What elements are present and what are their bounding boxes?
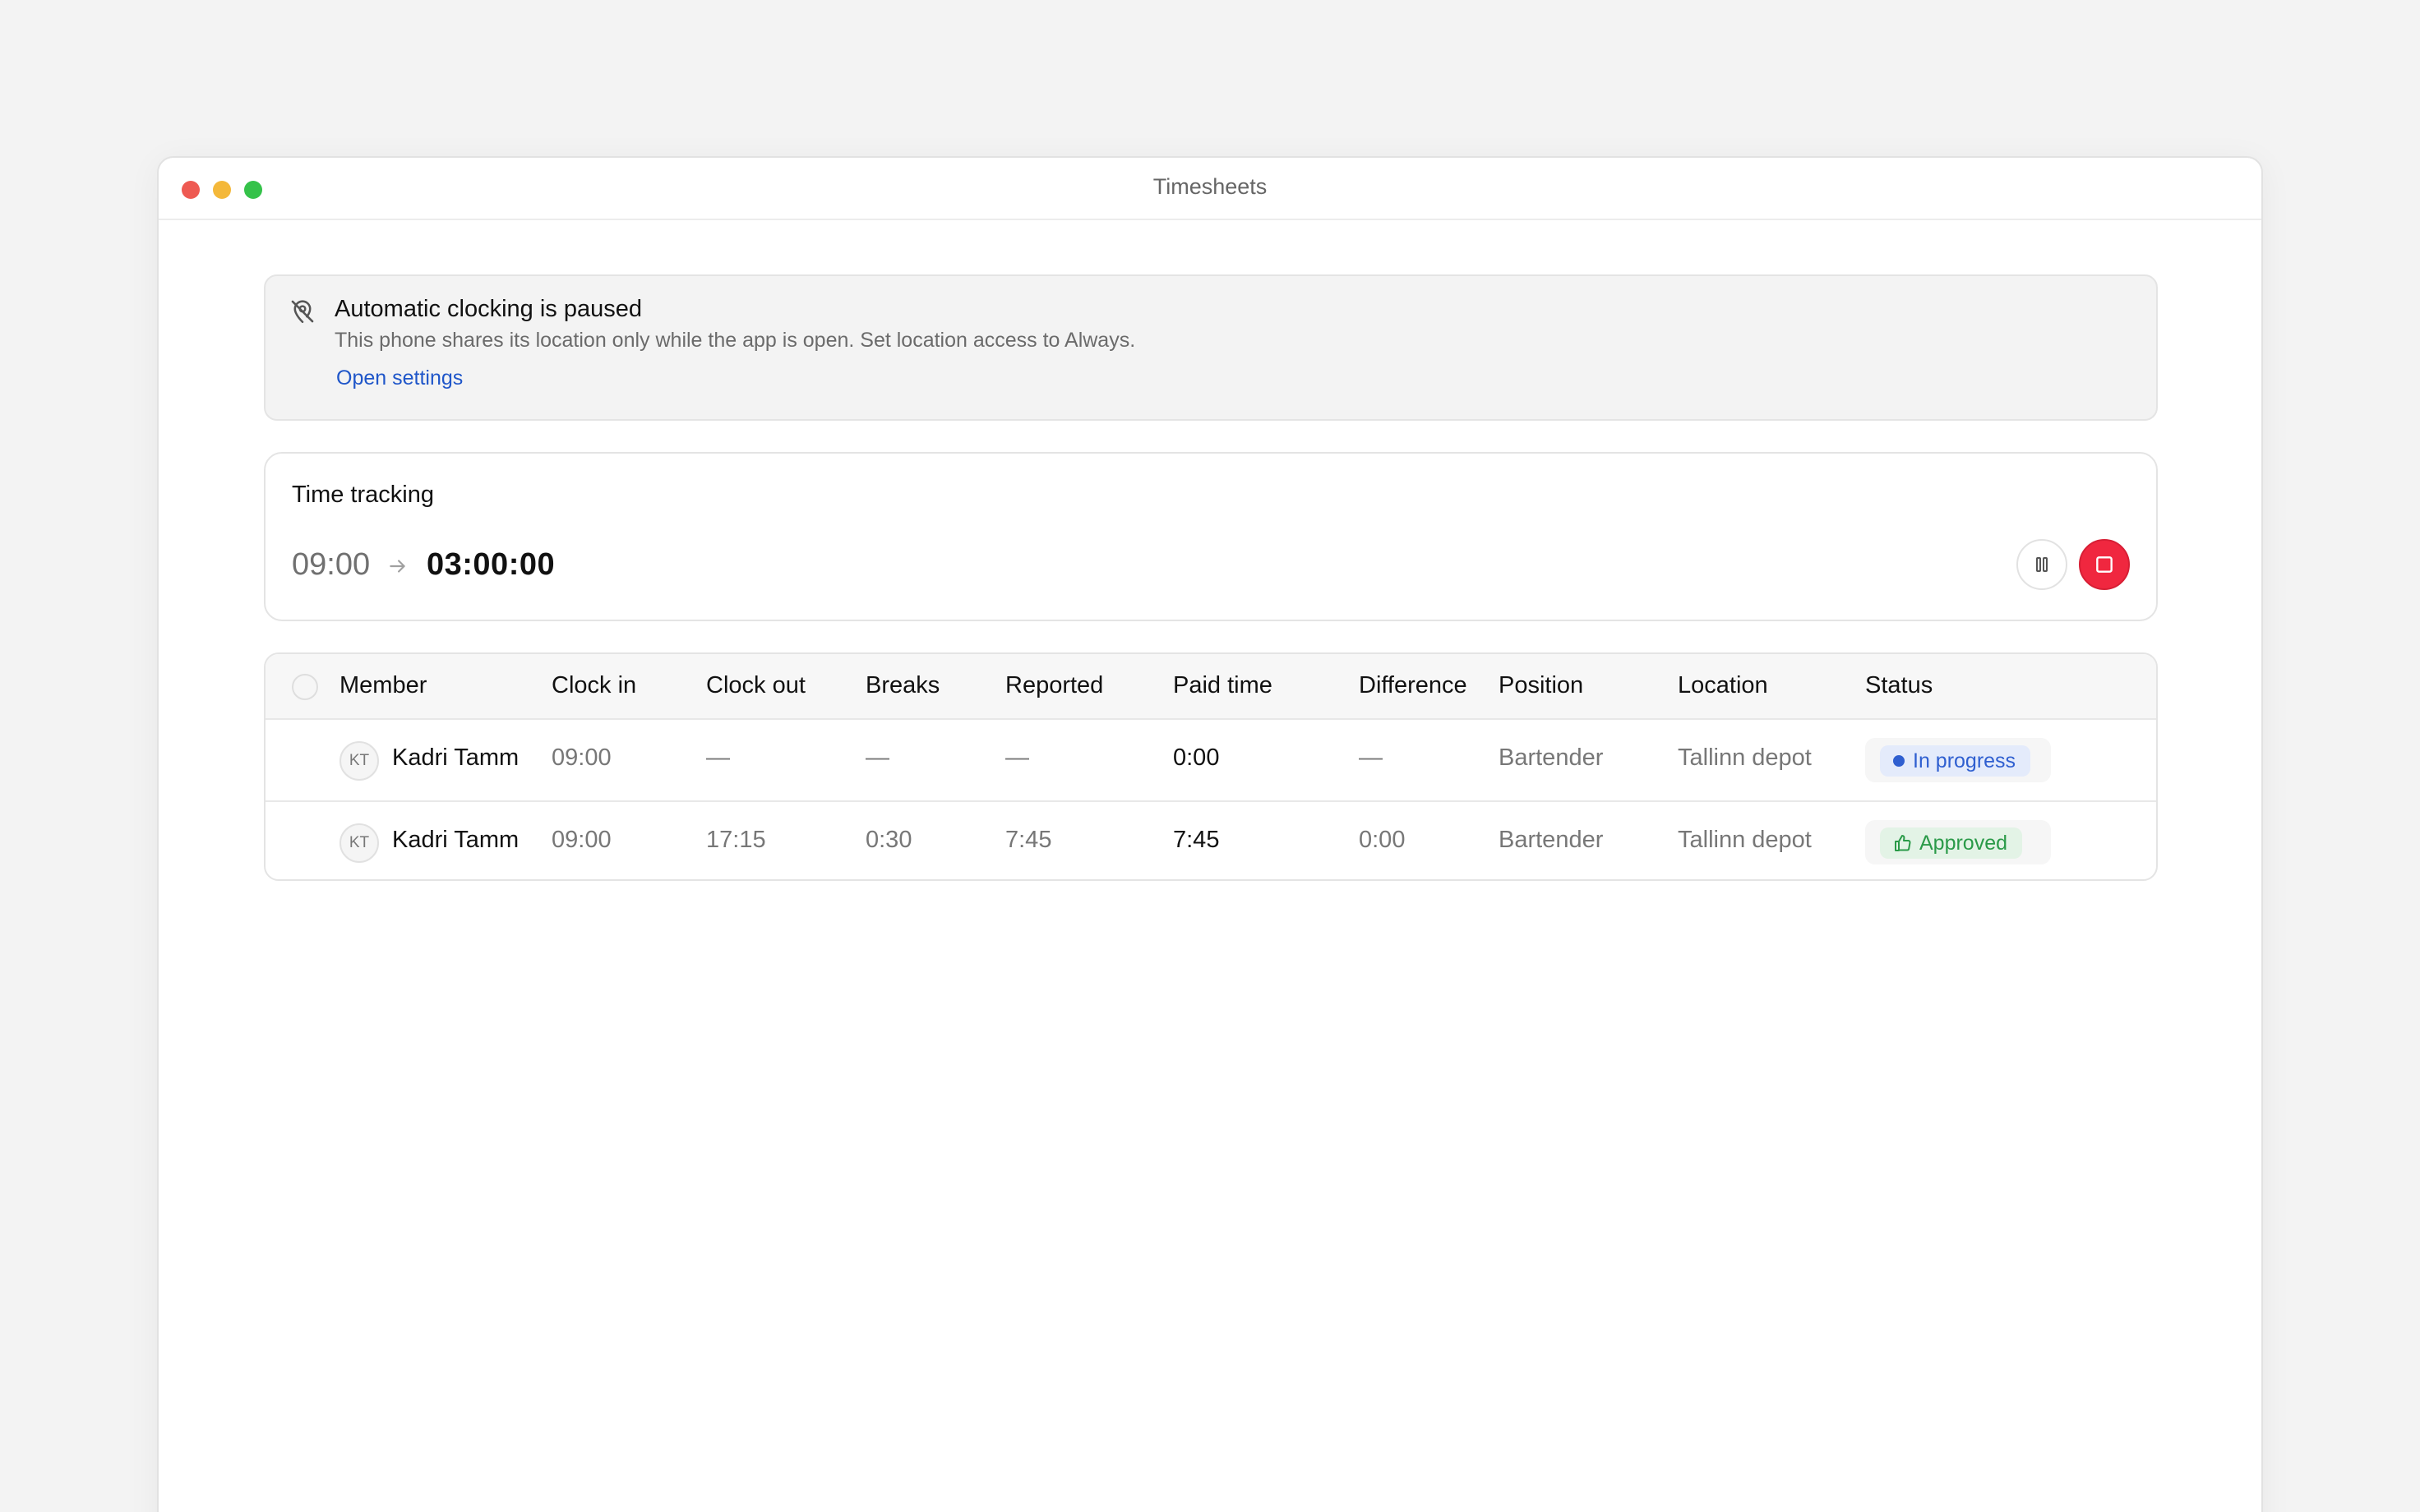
stop-icon: [2096, 556, 2113, 573]
difference-cell: 0:00: [1359, 827, 1406, 853]
clock-in-cell: 09:00: [552, 827, 612, 853]
app-window: Timesheets Automatic clocking is paused …: [157, 156, 2263, 1512]
avatar: KT: [339, 741, 379, 781]
status-cell: In progress: [1865, 738, 2051, 782]
position-cell: Bartender: [1499, 744, 1604, 771]
reported-cell: 7:45: [1005, 827, 1052, 853]
timesheet-table: Member Clock in Clock out Breaks Reporte…: [264, 652, 2158, 881]
member-name: Kadri Tamm: [392, 827, 520, 853]
main-content: Automatic clocking is paused This phone …: [264, 274, 2158, 881]
select-all-checkbox[interactable]: [292, 674, 318, 700]
header-member[interactable]: Member: [339, 672, 427, 699]
header-difference[interactable]: Difference: [1359, 672, 1467, 699]
tracking-start-time: 09:00: [292, 547, 371, 582]
thumbs-up-icon: [1895, 835, 1911, 851]
pause-button[interactable]: [2016, 539, 2067, 590]
clock-out-cell: —: [706, 744, 730, 771]
reported-cell: —: [1005, 744, 1029, 771]
location-off-icon: [291, 300, 314, 324]
clock-in-cell: 09:00: [552, 744, 612, 771]
location-cell: Tallinn depot: [1678, 744, 1812, 771]
table-header: Member Clock in Clock out Breaks Reporte…: [266, 654, 2156, 720]
table-row[interactable]: KT Kadri Tamm 09:00 17:15 0:30 7:45 7:45…: [266, 800, 2156, 879]
header-clock-in[interactable]: Clock in: [552, 672, 636, 699]
header-paid-time[interactable]: Paid time: [1173, 672, 1272, 699]
status-badge: In progress: [1880, 745, 2031, 777]
header-clock-out[interactable]: Clock out: [706, 672, 806, 699]
header-position[interactable]: Position: [1499, 672, 1583, 699]
clock-out-cell: 17:15: [706, 827, 766, 853]
breaks-cell: —: [866, 744, 889, 771]
member-name: Kadri Tamm: [392, 744, 520, 771]
status-badge: Approved: [1880, 827, 2023, 859]
open-settings-link[interactable]: Open settings: [336, 366, 463, 390]
status-cell: Approved: [1865, 820, 2051, 864]
header-reported[interactable]: Reported: [1005, 672, 1103, 699]
location-alert: Automatic clocking is paused This phone …: [264, 274, 2158, 421]
time-tracking-title: Time tracking: [292, 482, 434, 508]
alert-title: Automatic clocking is paused: [335, 296, 642, 322]
pause-icon: [2036, 557, 2048, 572]
status-label: Approved: [1919, 831, 2008, 855]
header-status[interactable]: Status: [1865, 672, 1933, 699]
status-dot-icon: [1893, 755, 1905, 767]
alert-description: This phone shares its location only whil…: [335, 329, 1136, 352]
tracking-elapsed-time: 03:00:00: [427, 547, 556, 582]
header-location[interactable]: Location: [1678, 672, 1768, 699]
title-bar: Timesheets: [159, 158, 2261, 220]
difference-cell: —: [1359, 744, 1383, 771]
table-row[interactable]: KT Kadri Tamm 09:00 — — — 0:00 — Bartend…: [266, 720, 2156, 800]
window-title: Timesheets: [1152, 174, 1268, 199]
avatar: KT: [339, 823, 379, 863]
breaks-cell: 0:30: [866, 827, 912, 853]
time-tracking-card: Time tracking 09:00 03:00:00: [264, 452, 2158, 621]
paid-time-cell: 0:00: [1173, 744, 1220, 771]
position-cell: Bartender: [1499, 827, 1604, 853]
stop-button[interactable]: [2079, 539, 2130, 590]
header-breaks[interactable]: Breaks: [866, 672, 940, 699]
status-label: In progress: [1913, 749, 2016, 772]
location-cell: Tallinn depot: [1678, 827, 1812, 853]
paid-time-cell: 7:45: [1173, 827, 1220, 853]
arrow-right-icon: [390, 560, 405, 573]
